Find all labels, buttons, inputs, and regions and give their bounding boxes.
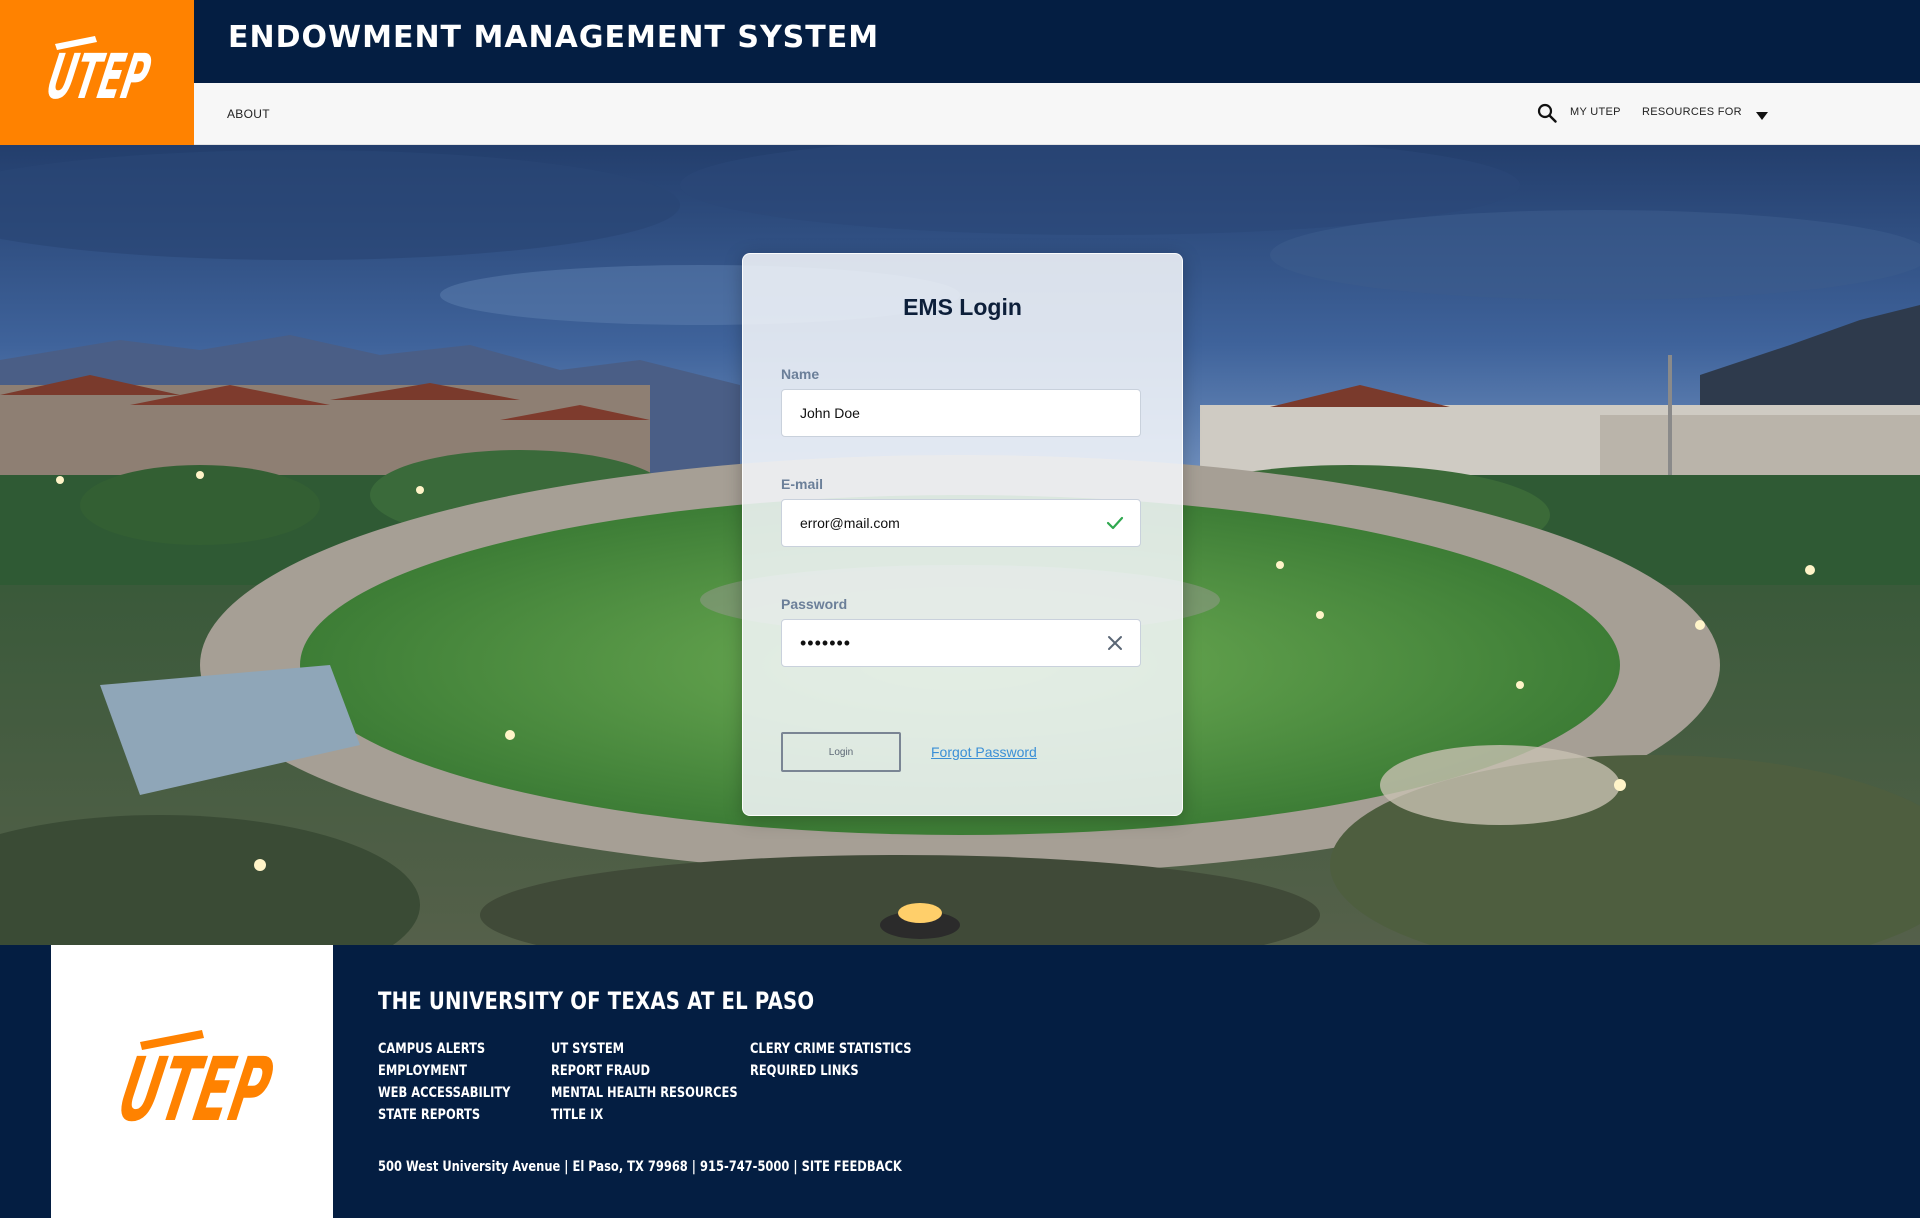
name-label: Name [781, 366, 820, 382]
footer-link-ut-system[interactable]: UT SYSTEM [551, 1038, 738, 1060]
password-input[interactable] [800, 620, 1090, 666]
caret-down-icon[interactable] [1755, 111, 1769, 121]
footer-links-col1: CAMPUS ALERTS EMPLOYMENT WEB ACCESSABILI… [378, 1038, 540, 1126]
utep-logo-icon: UTEP [111, 1029, 281, 1140]
login-card: EMS Login Name E-mail Password Login For… [742, 253, 1183, 816]
close-icon[interactable] [1106, 634, 1124, 652]
search-icon[interactable] [1537, 103, 1557, 123]
footer-links-col2: UT SYSTEM REPORT FRAUD MENTAL HEALTH RES… [551, 1038, 779, 1126]
password-field[interactable] [781, 619, 1141, 667]
nav-about[interactable]: ABOUT [227, 107, 270, 121]
email-field[interactable] [781, 499, 1141, 547]
footer-link-required-links[interactable]: REQUIRED LINKS [750, 1060, 911, 1082]
university-name: THE UNIVERSITY OF TEXAS AT EL PASO [378, 987, 815, 1015]
footer-link-state-reports[interactable]: STATE REPORTS [378, 1104, 510, 1126]
email-input[interactable] [800, 500, 1090, 546]
logo-text-header: UTEP [41, 40, 156, 112]
footer-link-campus-alerts[interactable]: CAMPUS ALERTS [378, 1038, 510, 1060]
check-icon [1106, 516, 1124, 530]
forgot-password-link[interactable]: Forgot Password [931, 744, 1037, 760]
name-field[interactable] [781, 389, 1141, 437]
footer-link-mental-health[interactable]: MENTAL HEALTH RESOURCES [551, 1082, 738, 1104]
nav-bar: ABOUT MY UTEP RESOURCES FOR [0, 83, 1920, 145]
footer-links-col3: CLERY CRIME STATISTICS REQUIRED LINKS [750, 1038, 947, 1082]
name-input[interactable] [800, 390, 1090, 436]
footer-address: 500 West University Avenue | El Paso, TX… [378, 1159, 902, 1175]
site-title: ENDOWMENT MANAGEMENT SYSTEM [228, 20, 880, 55]
site-footer: UTEP THE UNIVERSITY OF TEXAS AT EL PASO … [0, 945, 1920, 1218]
footer-link-employment[interactable]: EMPLOYMENT [378, 1060, 510, 1082]
nav-resources-for[interactable]: RESOURCES FOR [1642, 106, 1742, 118]
logo-text-footer: UTEP [111, 1037, 281, 1140]
footer-link-report-fraud[interactable]: REPORT FRAUD [551, 1060, 738, 1082]
login-button[interactable]: Login [781, 732, 901, 772]
login-title: EMS Login [903, 294, 1022, 320]
utep-logo-footer[interactable]: UTEP [51, 945, 333, 1218]
footer-link-web-accessability[interactable]: WEB ACCESSABILITY [378, 1082, 510, 1104]
utep-logo-header[interactable]: UTEP [0, 0, 194, 145]
nav-my-utep[interactable]: MY UTEP [1570, 106, 1621, 118]
site-header: ENDOWMENT MANAGEMENT SYSTEM [0, 0, 1920, 83]
campus-hero-image: EMS Login Name E-mail Password Login For… [0, 145, 1920, 945]
email-label: E-mail [781, 476, 824, 492]
utep-logo-icon: UTEP [41, 35, 156, 112]
footer-link-title-ix[interactable]: TITLE IX [551, 1104, 738, 1126]
footer-link-clery[interactable]: CLERY CRIME STATISTICS [750, 1038, 911, 1060]
password-label: Password [781, 596, 848, 612]
